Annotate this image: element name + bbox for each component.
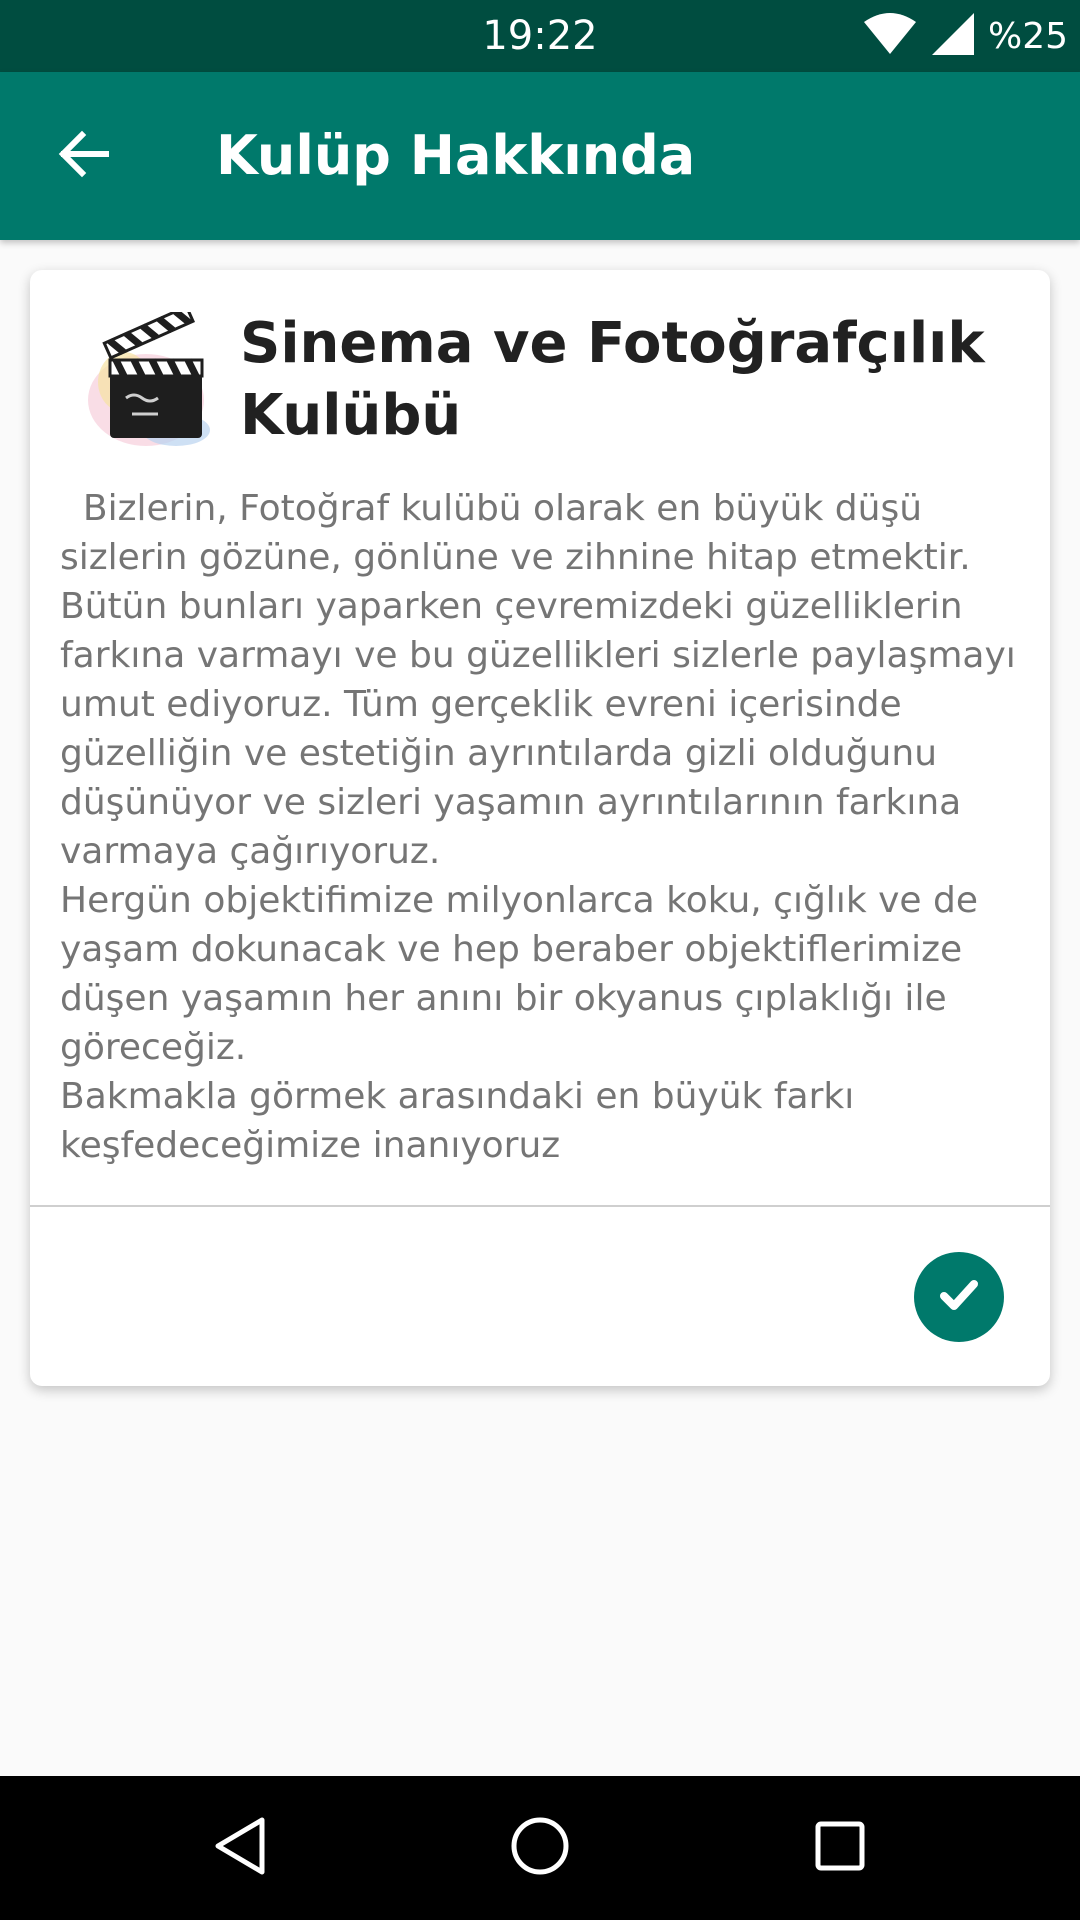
- battery-text: %25: [987, 15, 1068, 57]
- arrow-back-icon: [56, 126, 112, 186]
- nav-home-button[interactable]: [490, 1798, 590, 1898]
- confirm-button[interactable]: [914, 1252, 1004, 1342]
- card-divider: [30, 1205, 1050, 1207]
- back-triangle-icon: [210, 1814, 270, 1882]
- nav-recents-button[interactable]: [790, 1798, 890, 1898]
- navigation-bar: [0, 1776, 1080, 1920]
- club-name: Sinema ve Fotoğrafçılık Kulübü: [240, 311, 985, 448]
- check-icon: [935, 1271, 983, 1323]
- clapperboard-icon: [76, 304, 226, 462]
- status-bar: 19:22 %25: [0, 0, 1080, 72]
- home-circle-icon: [508, 1814, 572, 1882]
- nav-back-button[interactable]: [190, 1798, 290, 1898]
- club-description: Bizlerin, Fotoğraf kulübü olarak en büyü…: [60, 488, 1016, 1166]
- app-bar: Kulüp Hakkında: [0, 72, 1080, 240]
- page-title: Kulüp Hakkında: [216, 124, 696, 187]
- wifi-icon: [862, 12, 918, 60]
- club-card: Sinema ve Fotoğrafçılık Kulübü Bizlerin,…: [30, 270, 1050, 1386]
- status-icons: %25: [862, 0, 1068, 72]
- recents-square-icon: [810, 1816, 870, 1880]
- back-button[interactable]: [40, 112, 128, 200]
- signal-icon: [931, 13, 974, 59]
